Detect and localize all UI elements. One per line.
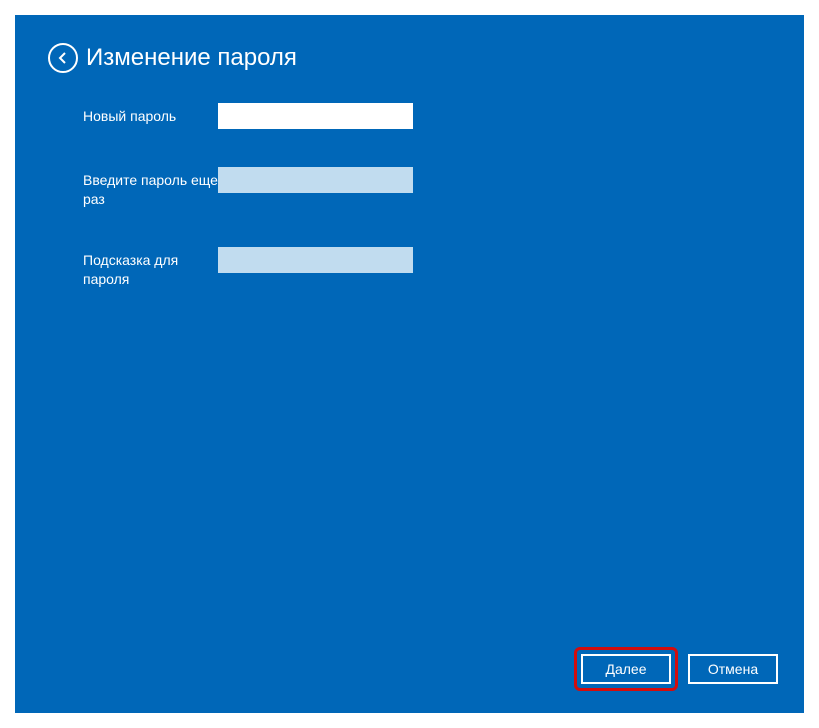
form-row-confirm-password: Введите пароль еще раз xyxy=(83,167,804,209)
page-title: Изменение пароля xyxy=(86,46,297,70)
change-password-window: Изменение пароля Новый пароль Введите па… xyxy=(15,15,804,713)
confirm-password-input[interactable] xyxy=(218,167,413,193)
confirm-password-label: Введите пароль еще раз xyxy=(83,167,218,209)
cancel-button[interactable]: Отмена xyxy=(688,654,778,684)
new-password-label: Новый пароль xyxy=(83,103,218,126)
password-form: Новый пароль Введите пароль еще раз Подс… xyxy=(15,73,804,289)
back-icon[interactable] xyxy=(48,43,78,73)
hint-input[interactable] xyxy=(218,247,413,273)
next-button[interactable]: Далее xyxy=(581,654,671,684)
form-row-new-password: Новый пароль xyxy=(83,103,804,129)
new-password-input[interactable] xyxy=(218,103,413,129)
hint-label: Подсказка для пароля xyxy=(83,247,218,289)
form-row-hint: Подсказка для пароля xyxy=(83,247,804,289)
footer: Далее Отмена xyxy=(574,647,778,691)
highlight-annotation: Далее xyxy=(574,647,678,691)
header: Изменение пароля xyxy=(15,15,804,73)
